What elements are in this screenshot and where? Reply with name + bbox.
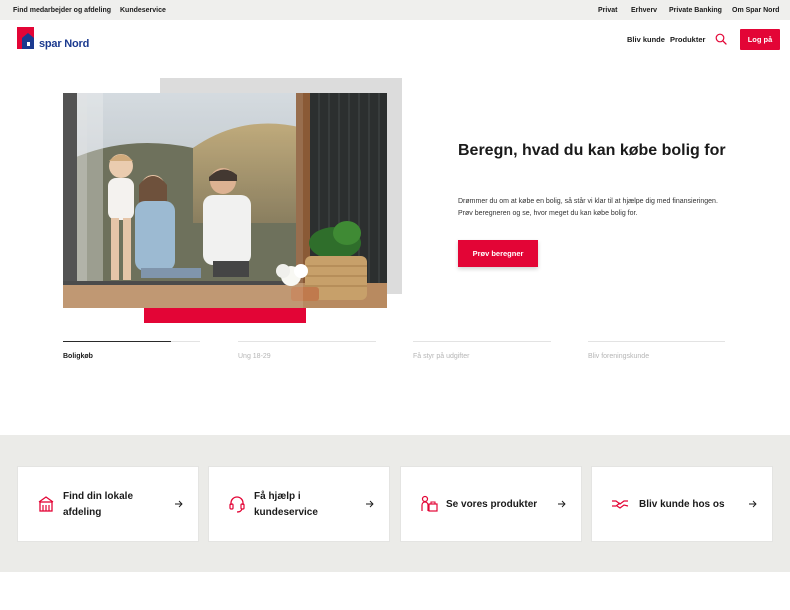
utility-bar: Find medarbejder og afdeling Kundeservic… [0, 0, 790, 20]
tab-divider [413, 341, 551, 342]
card-label: Bliv kunde hos os [639, 499, 725, 510]
tab-label: Ung 18-29 [238, 353, 271, 360]
utility-link-privat[interactable]: Privat [598, 7, 617, 14]
logo-mark-icon [17, 27, 34, 49]
utility-link-om-spar-nord[interactable]: Om Spar Nord [732, 7, 779, 14]
arrow-right-icon [749, 500, 757, 508]
tab-foreningskunde[interactable]: Bliv foreningskunde [588, 341, 725, 365]
utility-link-customer-service[interactable]: Kundeservice [120, 7, 166, 14]
card-become-customer[interactable]: Bliv kunde hos os [591, 466, 773, 542]
tab-label: Boligkøb [63, 353, 93, 360]
tab-label: Bliv foreningskunde [588, 353, 650, 360]
login-button[interactable]: Log på [740, 29, 780, 50]
main-header: spar Nord Bliv kunde Produkter Log på [0, 20, 790, 68]
tab-boligkob[interactable]: Boligkøb [63, 341, 200, 365]
headset-icon [229, 496, 245, 513]
tab-ung[interactable]: Ung 18-29 [238, 341, 376, 365]
hero-red-accent-bar [144, 308, 306, 323]
arrow-right-icon [366, 500, 374, 508]
products-icon [421, 495, 438, 512]
tab-active-indicator [63, 341, 171, 342]
utility-link-find-employee[interactable]: Find medarbejder og afdeling [13, 7, 111, 14]
tab-divider [588, 341, 725, 342]
arrow-right-icon [558, 500, 566, 508]
logo-wordmark: spar Nord [39, 38, 90, 50]
hero-description: Drømmer du om at købe en bolig, så står … [458, 198, 718, 217]
utility-link-private-banking[interactable]: Private Banking [669, 7, 722, 14]
card-label: Få hjælp i kundeservice [254, 491, 318, 518]
card-find-branch[interactable]: Find din lokale afdeling [17, 466, 199, 542]
card-customer-service[interactable]: Få hjælp i kundeservice [208, 466, 390, 542]
hero-image [63, 93, 387, 308]
tab-divider [238, 341, 376, 342]
nav-produkter[interactable]: Produkter [670, 35, 705, 44]
card-label: Se vores produkter [446, 499, 538, 510]
tab-udgifter[interactable]: Få styr på udgifter [413, 341, 551, 365]
nav-bliv-kunde[interactable]: Bliv kunde [627, 35, 665, 44]
hero-title: Beregn, hvad du kan købe bolig for [458, 142, 726, 159]
utility-link-erhverv[interactable]: Erhverv [631, 7, 657, 14]
try-calculator-button[interactable]: Prøv beregner [458, 240, 538, 267]
search-icon[interactable] [715, 33, 727, 45]
tab-label: Få styr på udgifter [413, 353, 470, 360]
arrow-right-icon [175, 500, 183, 508]
card-products[interactable]: Se vores produkter [400, 466, 582, 542]
family-window-illustration [63, 93, 387, 308]
branch-icon [38, 496, 54, 512]
handshake-icon [612, 500, 629, 509]
card-label: Find din lokale afdeling [63, 491, 134, 518]
spar-nord-logo[interactable]: spar Nord [17, 27, 97, 51]
